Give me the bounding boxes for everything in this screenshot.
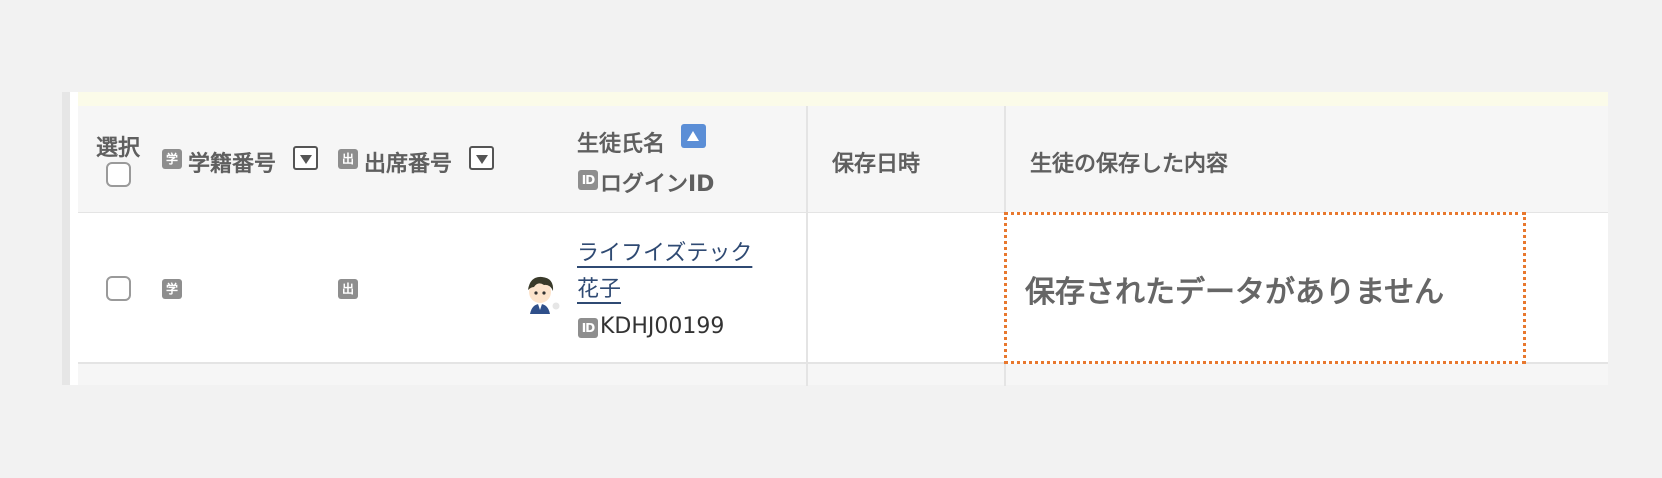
student-number-badge-icon: 学 (162, 279, 182, 299)
sort-student-number-button[interactable] (293, 146, 318, 170)
row-select-checkbox[interactable] (106, 276, 131, 301)
attendance-number-badge-icon: 出 (338, 149, 358, 169)
triangle-down-icon (476, 155, 488, 164)
notice-strip (78, 92, 1608, 107)
header-saved-datetime: 保存日時 (832, 152, 921, 177)
column-divider (806, 106, 808, 386)
attendance-number-badge-icon: 出 (338, 279, 358, 299)
triangle-down-icon (300, 155, 312, 164)
table-row-next (78, 364, 1608, 385)
no-saved-data-message: 保存されたデータがありません (1025, 275, 1445, 310)
saved-content-cell: 保存されたデータがありません (1004, 212, 1526, 364)
student-number-badge-icon: 学 (162, 149, 182, 169)
student-login-id: KDHJ00199 (600, 314, 725, 339)
login-id-badge-icon: ID (578, 318, 598, 338)
header-student-name[interactable]: 生徒氏名 (577, 126, 665, 158)
select-all-checkbox[interactable] (106, 162, 131, 187)
sort-student-name-button[interactable] (681, 124, 706, 148)
student-name-link[interactable]: ライフイズテック 花子 (577, 236, 777, 308)
header-saved-content: 生徒の保存した内容 (1030, 152, 1229, 177)
header-attendance-number[interactable]: 出席番号 (364, 146, 452, 178)
sort-attendance-number-button[interactable] (469, 146, 494, 170)
student-avatar-icon (528, 276, 560, 314)
header-select-label: 選択 (96, 136, 141, 161)
header-student-number[interactable]: 学籍番号 (188, 146, 276, 178)
header-login-id: ログインID (600, 172, 715, 197)
triangle-up-icon (687, 131, 699, 141)
login-id-badge-icon: ID (578, 170, 598, 190)
